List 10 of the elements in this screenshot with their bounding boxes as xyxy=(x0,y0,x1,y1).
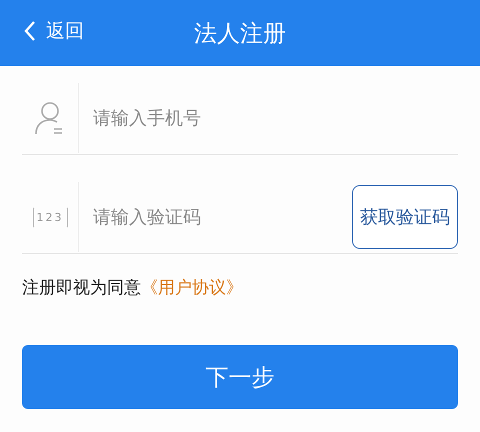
get-code-button[interactable]: 获取验证码 xyxy=(352,185,458,249)
next-button[interactable]: 下一步 xyxy=(22,345,458,409)
user-icon xyxy=(35,101,65,135)
back-icon xyxy=(24,20,36,42)
back-button[interactable]: 返回 xyxy=(24,18,84,44)
input-field[interactable]: 请输入验证码 xyxy=(79,206,352,228)
agreement-link[interactable]: 《用户协议》 xyxy=(141,278,243,298)
input-field[interactable]: 请输入手机号 xyxy=(79,108,458,128)
page-title: 法人注册 xyxy=(194,20,286,48)
agreement-text: 注册即视为同意 xyxy=(22,278,141,298)
